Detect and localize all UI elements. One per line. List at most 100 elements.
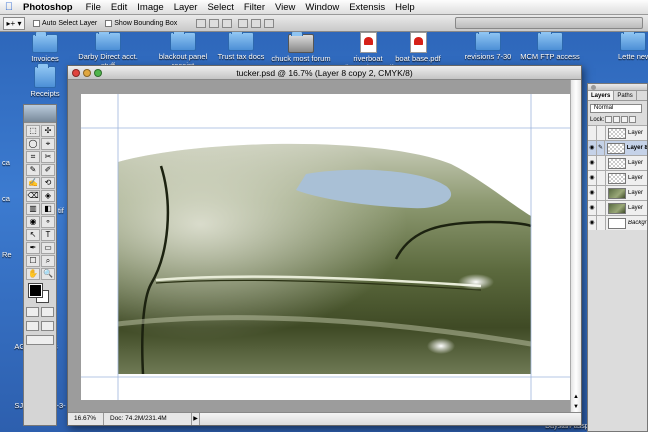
standard-mode-button[interactable]: [26, 307, 39, 317]
zoom-level-field[interactable]: 16.67%: [68, 413, 104, 425]
link-brush-icon[interactable]: [597, 186, 606, 200]
desktop-icon-trust[interactable]: Trust tax docs: [212, 29, 270, 61]
menu-image[interactable]: Image: [132, 2, 168, 13]
tool-button-icon[interactable]: T: [41, 229, 55, 241]
link-brush-icon[interactable]: [597, 171, 606, 185]
align-left-button[interactable]: [238, 18, 249, 28]
desktop-icon-chuck[interactable]: chuck most forum: [266, 31, 336, 63]
menu-select[interactable]: Select: [202, 2, 238, 13]
lock-pixels-button[interactable]: [613, 116, 621, 123]
link-brush-icon[interactable]: ✎: [597, 141, 606, 155]
menu-filter[interactable]: Filter: [239, 2, 270, 13]
tool-button-icon[interactable]: ⌖: [41, 138, 55, 150]
tool-button-icon[interactable]: ◧: [41, 203, 55, 215]
checkbox-box[interactable]: [33, 19, 40, 27]
screen-mode-standard-button[interactable]: [26, 321, 39, 331]
align-right-button[interactable]: [264, 18, 275, 28]
visibility-eye-icon[interactable]: ◉: [588, 141, 597, 155]
app-menu[interactable]: Photoshop: [18, 2, 81, 13]
link-brush-icon[interactable]: [597, 126, 606, 140]
layer-row[interactable]: ◉ Layer: [588, 170, 647, 185]
layer-row[interactable]: ◉ Layer: [588, 200, 647, 215]
desktop-icon-invoices[interactable]: Invoices: [22, 31, 68, 63]
tool-button-icon[interactable]: ↖: [26, 229, 40, 241]
jump-to-imageready-button[interactable]: [26, 335, 54, 345]
foreground-color-swatch[interactable]: [28, 283, 43, 298]
visibility-eye-icon[interactable]: ◉: [588, 171, 597, 185]
tool-button-icon[interactable]: ✎: [26, 164, 40, 176]
tool-button-icon[interactable]: ⌗: [26, 151, 40, 163]
align-top-button[interactable]: [196, 18, 207, 28]
quick-mask-button[interactable]: [41, 307, 54, 317]
desktop-icon-receipts[interactable]: Receipts: [22, 63, 68, 98]
tool-preset-picker[interactable]: ▸+ ▾: [3, 16, 25, 30]
palette-well[interactable]: [455, 17, 643, 29]
tool-button-icon[interactable]: ✋: [26, 268, 40, 280]
desktop-icon-boat-base[interactable]: boat base.pdf: [390, 32, 446, 63]
tool-button-icon[interactable]: ✍: [26, 177, 40, 189]
layer-row[interactable]: ◉ ✎ Layer 8: [588, 140, 647, 155]
visibility-eye-icon[interactable]: [588, 126, 597, 140]
tool-button-icon[interactable]: ✂: [41, 151, 55, 163]
menu-layer[interactable]: Layer: [169, 2, 203, 13]
visibility-eye-icon[interactable]: ◉: [588, 216, 597, 230]
lock-transparency-button[interactable]: [605, 116, 613, 123]
lock-all-button[interactable]: [629, 116, 637, 123]
tool-button-icon[interactable]: ☐: [26, 255, 40, 267]
menu-view[interactable]: View: [270, 2, 300, 13]
vertical-scrollbar[interactable]: ▲ ▼: [570, 80, 581, 414]
info-menu-arrow-icon[interactable]: ▶: [192, 413, 200, 425]
scroll-up-arrow-icon[interactable]: ▲: [572, 394, 580, 402]
bounding-box-checkbox[interactable]: Show Bounding Box: [105, 19, 177, 27]
desktop-icon-mcm[interactable]: MCM FTP access: [518, 29, 582, 61]
tool-button-icon[interactable]: ▭: [41, 242, 55, 254]
lock-position-button[interactable]: [621, 116, 629, 123]
menu-window[interactable]: Window: [300, 2, 344, 13]
desktop-icon-letter[interactable]: Lette newsp: [618, 32, 648, 61]
layer-row[interactable]: ◉ Layer: [588, 185, 647, 200]
palette-close-button[interactable]: [591, 85, 596, 90]
checkbox-box[interactable]: [105, 19, 113, 27]
tab-paths[interactable]: Paths: [614, 91, 637, 100]
tool-button-icon[interactable]: ◯: [26, 138, 40, 150]
auto-select-checkbox[interactable]: Auto Select Layer: [33, 19, 97, 27]
menu-extensis[interactable]: Extensis: [344, 2, 390, 13]
tool-button-icon[interactable]: ✐: [41, 164, 55, 176]
tool-button-icon[interactable]: ⬚: [26, 125, 40, 137]
visibility-eye-icon[interactable]: ◉: [588, 156, 597, 170]
zoom-button[interactable]: [94, 69, 102, 77]
image-canvas[interactable]: [81, 94, 571, 400]
layer-row[interactable]: ◉ Layer: [588, 155, 647, 170]
tool-button-icon[interactable]: 🔍: [41, 268, 55, 280]
tool-button-icon[interactable]: ◈: [41, 190, 55, 202]
apple-menu-icon[interactable]: : [0, 1, 18, 13]
menu-file[interactable]: File: [81, 2, 106, 13]
palette-titlebar[interactable]: [588, 84, 647, 91]
align-hcenter-button[interactable]: [251, 18, 262, 28]
tool-button-icon[interactable]: ◉: [26, 216, 40, 228]
layer-row[interactable]: ◉ Backgr: [588, 215, 647, 230]
visibility-eye-icon[interactable]: ◉: [588, 201, 597, 215]
layer-row[interactable]: Layer: [588, 125, 647, 140]
blend-mode-select[interactable]: Normal: [590, 104, 642, 113]
document-titlebar[interactable]: tucker.psd @ 16.7% (Layer 8 copy 2, CMYK…: [68, 66, 581, 80]
menu-edit[interactable]: Edit: [106, 2, 132, 13]
tool-button-icon[interactable]: ▥: [26, 203, 40, 215]
tab-layers[interactable]: Layers: [588, 91, 615, 100]
tool-button-icon[interactable]: ✣: [41, 125, 55, 137]
tool-button-icon[interactable]: ✒: [26, 242, 40, 254]
close-button[interactable]: [72, 69, 80, 77]
tool-button-icon[interactable]: ⟲: [41, 177, 55, 189]
screen-mode-full-button[interactable]: [41, 321, 54, 331]
horizontal-scrollbar[interactable]: [200, 413, 581, 425]
scroll-down-arrow-icon[interactable]: ▼: [572, 404, 580, 412]
link-brush-icon[interactable]: [597, 216, 606, 230]
visibility-eye-icon[interactable]: ◉: [588, 186, 597, 200]
tool-button-icon[interactable]: ⌕: [41, 255, 55, 267]
desktop-icon-revisions[interactable]: revisions 7-30: [460, 29, 516, 61]
tool-button-icon[interactable]: ⌫: [26, 190, 40, 202]
tool-button-icon[interactable]: ⚬: [41, 216, 55, 228]
align-vcenter-button[interactable]: [209, 18, 220, 28]
minimize-button[interactable]: [83, 69, 91, 77]
link-brush-icon[interactable]: [597, 201, 606, 215]
